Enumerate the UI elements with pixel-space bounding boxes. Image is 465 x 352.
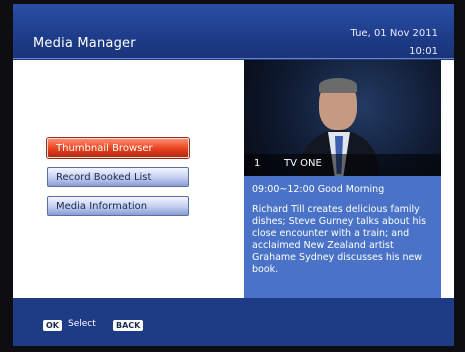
page-title: Media Manager — [33, 36, 136, 51]
video-preview: 1 TV ONE — [244, 60, 441, 176]
time-display: 10:01 — [409, 46, 438, 57]
program-description: Richard Till creates delicious family di… — [252, 204, 427, 275]
header-bar: Media Manager Tue, 01 Nov 2011 10:01 — [13, 4, 454, 59]
ok-key-icon: OK — [43, 320, 62, 331]
channel-name: TV ONE — [284, 158, 322, 169]
presenter-hair — [319, 78, 357, 93]
back-key-icon: BACK — [113, 320, 144, 331]
channel-number: 1 — [254, 158, 261, 169]
record-booked-list-button[interactable]: Record Booked List — [47, 167, 189, 187]
menu-list: Thumbnail Browser Record Booked List Med… — [47, 138, 193, 225]
date-display: Tue, 01 Nov 2011 — [350, 28, 439, 39]
program-info-panel: 09:00~12:00 Good Morning Richard Till cr… — [244, 176, 441, 298]
media-information-button[interactable]: Media Information — [47, 196, 189, 216]
content-area: Thumbnail Browser Record Booked List Med… — [13, 60, 454, 298]
thumbnail-browser-button[interactable]: Thumbnail Browser — [47, 138, 189, 158]
program-title: 09:00~12:00 Good Morning — [252, 184, 385, 195]
select-hint-label: Select — [68, 319, 96, 329]
tv-screen: Media Manager Tue, 01 Nov 2011 10:01 Thu… — [13, 4, 454, 346]
footer-bar: OK Select BACK — [13, 298, 454, 346]
channel-bar — [244, 154, 441, 176]
